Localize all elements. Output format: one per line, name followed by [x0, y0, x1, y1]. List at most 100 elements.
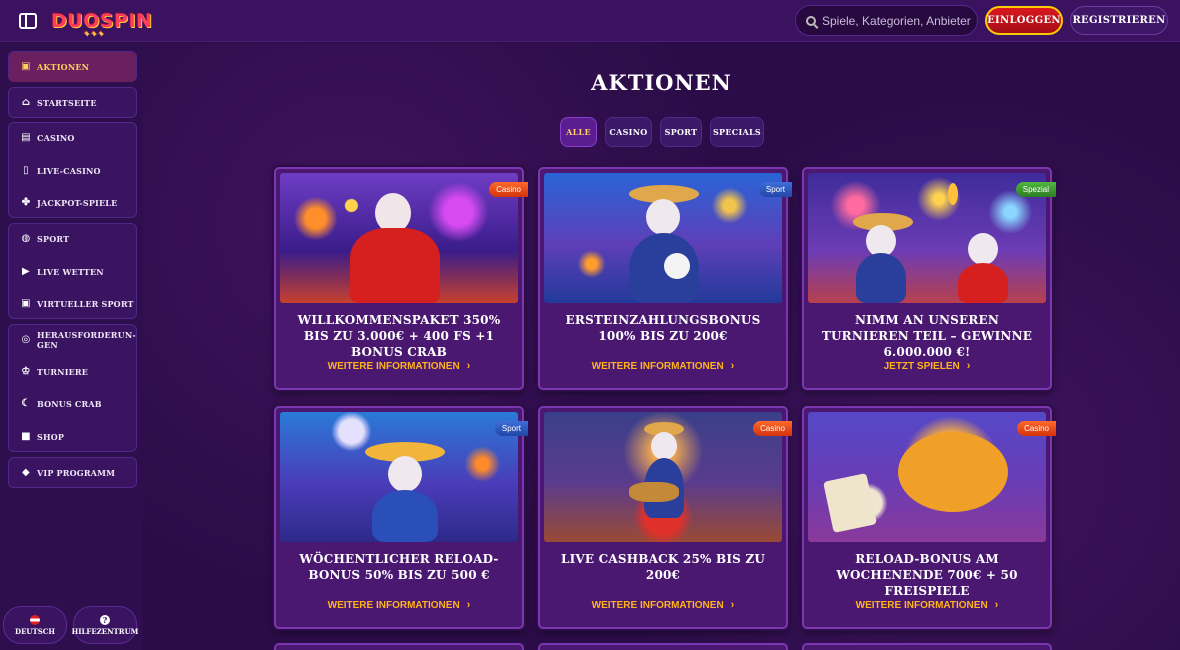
sidebar-item-aktionen[interactable]: ▣ AKTIONEN: [9, 52, 136, 82]
sidebar-item-shop[interactable]: ■ SHOP: [9, 422, 136, 452]
help-center-button[interactable]: ? HILFEZENTRUM: [71, 606, 139, 644]
sidebar-item-label: SPORT: [37, 234, 70, 244]
category-badge: Casino: [1017, 421, 1056, 436]
sidebar-item-live-casino[interactable]: ▯ LIVE-CASINO: [9, 156, 136, 186]
promo-card-tournaments[interactable]: Spezial NIMM AN UNSEREN TURNIEREN TEIL –…: [802, 167, 1056, 390]
promo-image: [808, 412, 1046, 542]
link-label: WEITERE INFORMATIONEN: [591, 600, 724, 611]
link-label: WEITERE INFORMATIONEN: [591, 361, 724, 372]
sidebar: ▣ AKTIONEN ⌂ STARTSEITE ▤ CASINO ▯ LIVE-…: [0, 43, 143, 650]
promo-image: [280, 412, 518, 542]
chevron-right-icon: ›: [730, 360, 735, 372]
logo-ornament: ✦✦✦: [83, 28, 105, 38]
category-badge: Spezial: [1015, 182, 1056, 197]
top-bar: DUOSPIN ✦✦✦ EINLOGGEN REGISTRIEREN: [0, 0, 1180, 42]
promo-card-weekly-reload[interactable]: Sport WÖCHENTLICHER RELOAD-BONUS 50% BIS…: [274, 406, 528, 629]
sidebar-item-virtueller-sport[interactable]: ▣ VIRTUELLER SPORT: [9, 289, 136, 319]
gift-icon: ▣: [21, 61, 31, 72]
category-badge: Casino: [753, 421, 792, 436]
filter-tabs: ALLE CASINO SPORT SPECIALS: [143, 117, 1180, 147]
flag-austria-icon: [30, 614, 40, 625]
search-bar[interactable]: [795, 5, 978, 36]
promo-image: [544, 412, 782, 542]
sidebar-group-vip: ◆ VIP PROGRAMM: [8, 457, 137, 488]
trophy-icon: ♔: [21, 366, 31, 377]
play-icon: ▶: [22, 266, 30, 277]
sidebar-group-sport: ◍ SPORT ▶ LIVE WETTEN ▣ VIRTUELLER SPORT: [8, 223, 137, 319]
category-badge: Sport: [494, 421, 528, 436]
promo-title: RELOAD-BONUS AM WOCHENENDE 700€ + 50 FRE…: [836, 552, 1018, 598]
tab-sport[interactable]: SPORT: [660, 117, 702, 147]
register-button[interactable]: REGISTRIEREN: [1070, 6, 1168, 35]
more-info-link[interactable]: WEITERE INFORMATIONEN ›: [540, 599, 786, 611]
logo[interactable]: DUOSPIN ✦✦✦: [51, 10, 152, 38]
sidebar-item-herausforderungen[interactable]: ◎ HERAUSFORDERUN-GEN: [9, 325, 136, 355]
help-label: HILFEZENTRUM: [71, 626, 139, 636]
promo-card-partial: [802, 643, 1052, 650]
search-input[interactable]: [822, 13, 972, 28]
sidebar-item-label: CASINO: [37, 133, 75, 143]
promo-card-first-deposit[interactable]: Sport ERSTEINZAHLUNGSBONUS 100% BIS ZU 2…: [538, 167, 792, 390]
more-info-link[interactable]: WEITERE INFORMATIONEN ›: [276, 599, 522, 611]
link-label: WEITERE INFORMATIONEN: [327, 361, 460, 372]
chevron-right-icon: ›: [730, 599, 735, 611]
link-label: WEITERE INFORMATIONEN: [327, 600, 460, 611]
sidebar-item-jackpot-spiele[interactable]: ✤ JACKPOT-SPIELE: [9, 188, 136, 218]
category-badge: Sport: [758, 182, 792, 197]
promo-card-partial: [538, 643, 788, 650]
sidebar-item-label: STARTSEITE: [37, 98, 97, 108]
promo-card-welcome[interactable]: Casino WILLKOMMENSPAKET 350% BIS ZU 3.00…: [274, 167, 528, 390]
more-info-link[interactable]: WEITERE INFORMATIONEN ›: [804, 599, 1050, 611]
promo-card-weekend-reload[interactable]: Casino RELOAD-BONUS AM WOCHENENDE 700€ +…: [802, 406, 1056, 629]
tab-specials[interactable]: SPECIALS: [710, 117, 764, 147]
more-info-link[interactable]: WEITERE INFORMATIONEN ›: [276, 360, 522, 372]
chevron-right-icon: ›: [994, 599, 999, 611]
sidebar-item-label: TURNIERE: [37, 367, 89, 377]
tab-casino[interactable]: CASINO: [605, 117, 652, 147]
promo-title: NIMM AN UNSEREN TURNIEREN TEIL – GEWINNE…: [821, 313, 1033, 359]
help-icon: ?: [100, 614, 110, 625]
sidebar-item-live-wetten[interactable]: ▶ LIVE WETTEN: [9, 257, 136, 287]
sidebar-group-casino: ▤ CASINO ▯ LIVE-CASINO ✤ JACKPOT-SPIELE: [8, 122, 137, 218]
sidebar-item-bonus-crab[interactable]: ☾ BONUS CRAB: [9, 389, 136, 419]
sidebar-toggle-icon[interactable]: [19, 12, 37, 29]
ball-icon: ◍: [21, 233, 31, 244]
sidebar-item-label: BONUS CRAB: [37, 399, 102, 409]
bag-icon: ■: [21, 431, 31, 442]
crab-icon: ☾: [21, 398, 31, 409]
promo-title: ERSTEINZAHLUNGSBONUS 100% BIS ZU 200€: [565, 313, 761, 343]
main-content: AKTIONEN ALLE CASINO SPORT SPECIALS Casi…: [143, 43, 1180, 650]
promo-title: WILLKOMMENSPAKET 350% BIS ZU 3.000€ + 40…: [297, 313, 501, 359]
target-icon: ◎: [21, 334, 31, 345]
chevron-right-icon: ›: [966, 360, 971, 372]
sidebar-item-sport[interactable]: ◍ SPORT: [9, 224, 136, 254]
login-button[interactable]: EINLOGGEN: [985, 6, 1063, 35]
home-icon: ⌂: [21, 97, 31, 108]
phone-icon: ▯: [23, 165, 29, 176]
promo-title: LIVE CASHBACK 25% BIS ZU 200€: [560, 552, 766, 582]
sidebar-item-label: VIRTUELLER SPORT: [37, 299, 134, 309]
promo-image: [808, 173, 1046, 303]
more-info-link[interactable]: WEITERE INFORMATIONEN ›: [540, 360, 786, 372]
sidebar-item-vip-programm[interactable]: ◆ VIP PROGRAMM: [9, 458, 136, 488]
promo-card-live-cashback[interactable]: Casino LIVE CASHBACK 25% BIS ZU 200€ WEI…: [538, 406, 792, 629]
monitor-icon: ▣: [21, 298, 31, 309]
sidebar-item-casino[interactable]: ▤ CASINO: [9, 123, 136, 153]
play-now-link[interactable]: JETZT SPIELEN ›: [804, 360, 1050, 372]
sidebar-item-label: AKTIONEN: [37, 62, 90, 72]
link-label: WEITERE INFORMATIONEN: [855, 600, 988, 611]
tab-alle[interactable]: ALLE: [560, 117, 597, 147]
promo-image: [544, 173, 782, 303]
slot-icon: ▤: [21, 132, 31, 143]
category-badge: Casino: [489, 182, 528, 197]
clover-icon: ✤: [21, 197, 31, 208]
search-icon: [806, 15, 816, 26]
diamond-icon: ◆: [22, 467, 30, 478]
sidebar-item-turniere[interactable]: ♔ TURNIERE: [9, 357, 136, 387]
promo-image: [280, 173, 518, 303]
sidebar-group-extras: ◎ HERAUSFORDERUN-GEN ♔ TURNIERE ☾ BONUS …: [8, 324, 137, 452]
language-button[interactable]: DEUTSCH: [3, 606, 67, 644]
sidebar-item-label: JACKPOT-SPIELE: [37, 198, 118, 208]
page-title: AKTIONEN: [591, 70, 732, 95]
sidebar-item-startseite[interactable]: ⌂ STARTSEITE: [9, 88, 136, 118]
